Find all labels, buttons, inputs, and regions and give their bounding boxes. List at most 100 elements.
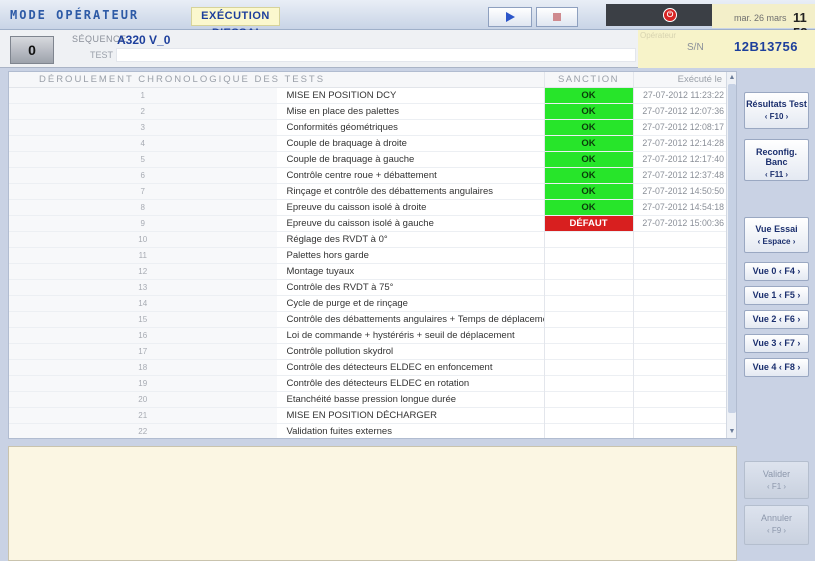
cancel-button[interactable]: Annuler ‹ F9 › xyxy=(744,505,809,545)
app-window: MODE OPÉRATEUR EXÉCUTION D'ESSAI ⏻ mar. … xyxy=(0,0,815,561)
table-row[interactable]: 21 MISE EN POSITION DÉCHARGER xyxy=(9,407,728,423)
row-number: 3 xyxy=(9,119,277,135)
stop-button[interactable] xyxy=(536,7,578,27)
row-number: 7 xyxy=(9,183,277,199)
row-sanction xyxy=(543,359,633,375)
row-executed-date xyxy=(632,247,728,263)
results-test-button[interactable]: Résultats Test ‹ F10 › xyxy=(744,92,809,129)
row-sanction xyxy=(543,407,633,423)
row-executed-date: 27-07-2012 12:14:28 xyxy=(632,135,728,151)
test-name-field xyxy=(116,48,636,62)
table-row[interactable]: 11 Palettes hors garde xyxy=(9,247,728,263)
view-4-button[interactable]: Vue 4 ‹ F8 › xyxy=(744,358,809,377)
row-number: 2 xyxy=(9,103,277,119)
mode-title: MODE OPÉRATEUR xyxy=(10,8,140,22)
row-number: 9 xyxy=(9,215,277,231)
table-row[interactable]: 3 Conformités géométriques OK 27-07-2012 12… xyxy=(9,119,728,135)
row-number: 21 xyxy=(9,407,277,423)
message-area xyxy=(8,446,737,561)
header-executed: Exécuté le xyxy=(632,72,728,88)
row-description: Couple de braquage à droite xyxy=(286,137,407,149)
scroll-thumb[interactable] xyxy=(728,84,736,413)
table-row[interactable]: 15 Contrôle des débattements angulaires +… xyxy=(9,311,728,327)
sequence-band: 0 SÉQUENCE A320 V_0 TEST Opérateur S/N 1… xyxy=(0,30,815,68)
row-description: Contrôle des détecteurs ELDEC en enfonce… xyxy=(286,361,493,373)
reconfig-bench-button[interactable]: Reconfig. Banc ‹ F11 › xyxy=(744,139,809,181)
row-executed-date: 27-07-2012 14:54:18 xyxy=(632,199,728,215)
play-button[interactable] xyxy=(488,7,532,27)
row-description: Conformités géométriques xyxy=(286,121,398,133)
row-executed-date: 27-07-2012 14:50:50 xyxy=(632,183,728,199)
serial-box: Opérateur S/N 12B13756 xyxy=(638,30,815,68)
row-description: Contrôle des détecteurs ELDEC en rotatio… xyxy=(286,377,470,389)
row-sanction: OK xyxy=(543,87,633,103)
table-row[interactable]: 18 Contrôle des détecteurs ELDEC en enfon… xyxy=(9,359,728,375)
row-executed-date xyxy=(632,263,728,279)
row-description: Contrôle des RVDT à 75° xyxy=(286,281,394,293)
row-description: MISE EN POSITION DCY xyxy=(286,89,397,101)
row-executed-date xyxy=(632,359,728,375)
table-row[interactable]: 9 Epreuve du caisson isolé à gauche DÉFAUT… xyxy=(9,215,728,231)
row-number: 5 xyxy=(9,151,277,167)
row-executed-date xyxy=(632,295,728,311)
row-executed-date xyxy=(632,375,728,391)
row-sanction xyxy=(543,375,633,391)
row-number: 15 xyxy=(9,311,277,327)
table-row[interactable]: 7 Rinçage et contrôle des débattements an… xyxy=(9,183,728,199)
table-row[interactable]: 13 Contrôle des RVDT à 75° xyxy=(9,279,728,295)
row-description: Contrôle des débattements angulaires + T… xyxy=(286,313,545,325)
table-row[interactable]: 4 Couple de braquage à droite OK 27-07-2012… xyxy=(9,135,728,151)
view-0-button[interactable]: Vue 0 ‹ F4 › xyxy=(744,262,809,281)
table-row[interactable]: 17 Contrôle pollution skydrol xyxy=(9,343,728,359)
row-sanction: OK xyxy=(543,183,633,199)
table-row[interactable]: 22 Validation fuites externes xyxy=(9,423,728,438)
view-2-button[interactable]: Vue 2 ‹ F6 › xyxy=(744,310,809,329)
validate-button[interactable]: Valider ‹ F1 › xyxy=(744,461,809,499)
view-1-button[interactable]: Vue 1 ‹ F5 › xyxy=(744,286,809,305)
row-sanction xyxy=(543,327,633,343)
row-number: 22 xyxy=(9,423,277,438)
table-row[interactable]: 19 Contrôle des détecteurs ELDEC en rotat… xyxy=(9,375,728,391)
table-row[interactable]: 8 Epreuve du caisson isolé à droite OK 27-0… xyxy=(9,199,728,215)
table-row[interactable]: 6 Contrôle centre roue + débattement OK 27-… xyxy=(9,167,728,183)
cancel-label: Annuler xyxy=(760,513,793,523)
row-executed-date xyxy=(632,231,728,247)
reconfig-bench-key: ‹ F11 › xyxy=(764,170,789,179)
table-row[interactable]: 10 Réglage des RVDT à 0° xyxy=(9,231,728,247)
row-sanction xyxy=(543,391,633,407)
table-row[interactable]: 20 Etanchéité basse pression longue durée xyxy=(9,391,728,407)
row-number: 11 xyxy=(9,247,277,263)
row-sanction: OK xyxy=(543,167,633,183)
view-3-button[interactable]: Vue 3 ‹ F7 › xyxy=(744,334,809,353)
test-table-panel: DÉROULEMENT CHRONOLOGIQUE DES TESTS SANC… xyxy=(8,71,737,439)
table-row[interactable]: 1 MISE EN POSITION DCY OK 27-07-2012 11:23:… xyxy=(9,87,728,103)
row-description: Contrôle centre roue + débattement xyxy=(286,169,437,181)
row-description: Cycle de purge et de rinçage xyxy=(286,297,408,309)
row-number: 8 xyxy=(9,199,277,215)
row-description: Rinçage et contrôle des débattements ang… xyxy=(286,185,494,197)
power-icon[interactable]: ⏻ xyxy=(663,8,677,22)
row-executed-date xyxy=(632,343,728,359)
row-executed-date: 27-07-2012 12:08:17 xyxy=(632,119,728,135)
test-view-button[interactable]: Vue Essai ‹ Espace › xyxy=(744,217,809,253)
row-number: 18 xyxy=(9,359,277,375)
scroll-up-icon[interactable]: ▲ xyxy=(728,73,736,83)
row-description: Mise en place des palettes xyxy=(286,105,399,117)
table-row[interactable]: 16 Loi de commande + hystéréris + seuil d… xyxy=(9,327,728,343)
vertical-scrollbar[interactable]: ▲ ▼ xyxy=(726,72,736,438)
table-row[interactable]: 5 Couple de braquage à gauche OK 27-07-2012… xyxy=(9,151,728,167)
row-number: 17 xyxy=(9,343,277,359)
row-sanction: OK xyxy=(543,119,633,135)
reconfig-bench-label: Reconfig. Banc xyxy=(755,147,797,167)
table-row[interactable]: 12 Montage tuyaux xyxy=(9,263,728,279)
table-header-row: DÉROULEMENT CHRONOLOGIQUE DES TESTS SANC… xyxy=(9,72,728,88)
row-executed-date: 27-07-2012 12:37:48 xyxy=(632,167,728,183)
table-row[interactable]: 14 Cycle de purge et de rinçage xyxy=(9,295,728,311)
table-row[interactable]: 2 Mise en place des palettes OK 27-07-2012 … xyxy=(9,103,728,119)
row-executed-date xyxy=(632,279,728,295)
sequence-counter: 0 xyxy=(10,36,54,64)
clock-date: mar. 26 mars xyxy=(734,13,787,23)
row-number: 4 xyxy=(9,135,277,151)
cancel-key: ‹ F9 › xyxy=(766,526,787,535)
scroll-down-icon[interactable]: ▼ xyxy=(728,427,736,437)
